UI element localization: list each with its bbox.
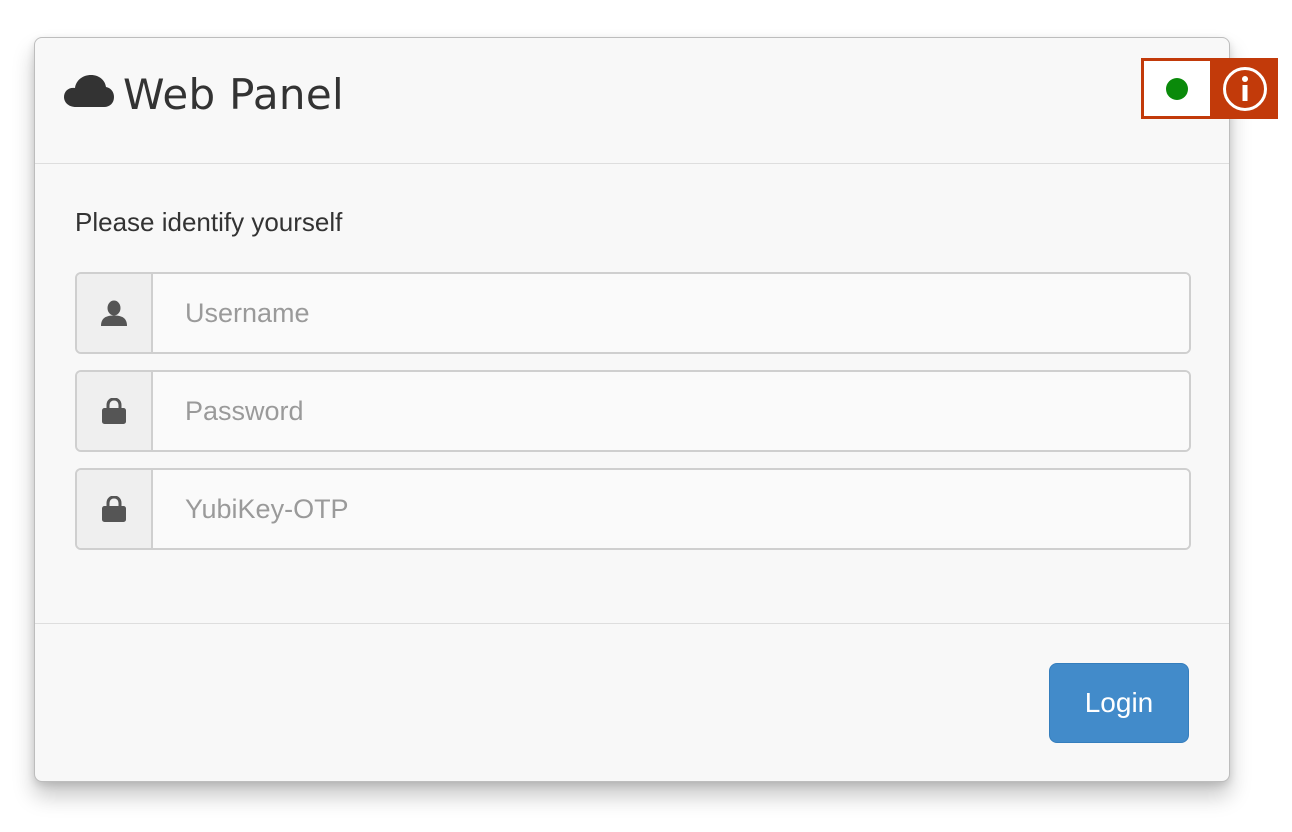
user-icon xyxy=(101,300,127,326)
username-group xyxy=(75,272,1191,354)
yubikey-group xyxy=(75,468,1191,550)
lock-icon xyxy=(102,496,126,522)
status-dot-icon xyxy=(1166,77,1188,100)
yubikey-addon xyxy=(77,470,153,548)
info-button[interactable] xyxy=(1211,58,1278,119)
lock-icon xyxy=(102,398,126,424)
cloud-icon xyxy=(64,74,114,107)
panel-footer: Login xyxy=(35,624,1229,782)
brand: Web Panel xyxy=(64,70,344,119)
password-addon xyxy=(77,372,153,450)
login-panel: Web Panel Please identify yourself Usern… xyxy=(34,37,1230,782)
form-prompt: Please identify yourself xyxy=(75,207,343,237)
login-form: Please identify yourself xyxy=(35,164,1229,624)
password-group xyxy=(75,370,1191,452)
panel-header: Web Panel xyxy=(35,38,1229,164)
password-input[interactable] xyxy=(153,372,1189,450)
yubikey-otp-input[interactable] xyxy=(153,470,1189,548)
info-icon xyxy=(1222,66,1267,111)
login-button[interactable]: Login xyxy=(1049,663,1189,743)
username-addon xyxy=(77,274,153,352)
connection-status-indicator[interactable] xyxy=(1141,58,1213,119)
username-input[interactable] xyxy=(153,274,1189,352)
page-title: Web Panel xyxy=(123,70,344,119)
